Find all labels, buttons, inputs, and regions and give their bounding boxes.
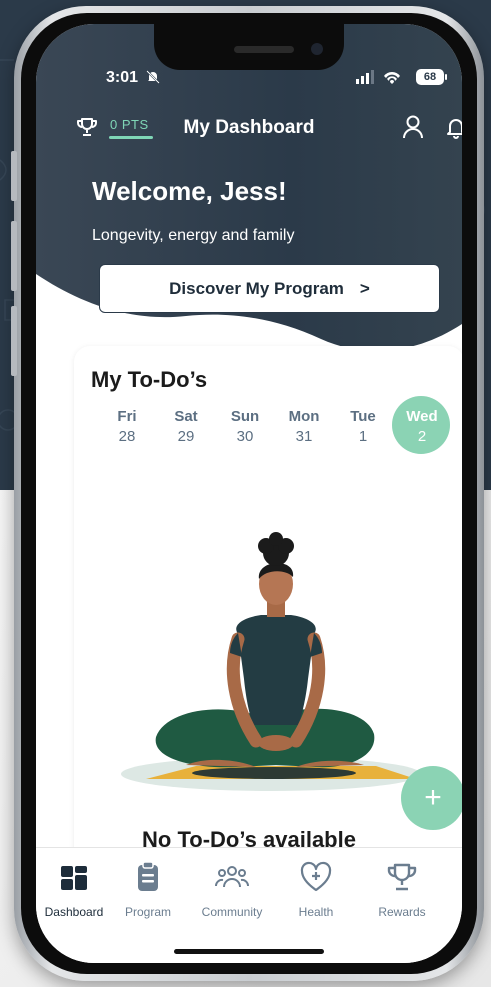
day-name: Sun — [230, 408, 260, 425]
day-name: Sat — [174, 408, 198, 425]
day-date: 29 — [177, 428, 195, 445]
day-date: 30 — [236, 428, 254, 445]
tab-dashboard[interactable]: Dashboard — [36, 861, 116, 919]
page-title: My Dashboard — [183, 117, 315, 138]
meditating-woman-illustration — [121, 532, 421, 791]
day-fri[interactable]: Fri 28 — [102, 408, 152, 445]
silent-switch — [11, 151, 17, 201]
app-screen: 3:01 68 0 PTS My Dashboard Welcome, Jess… — [36, 24, 462, 963]
battery-indicator: 68 — [416, 69, 444, 85]
notch — [154, 24, 344, 70]
discover-program-button[interactable]: Discover My Program > — [99, 264, 440, 313]
day-tue[interactable]: Tue 1 — [338, 408, 388, 445]
bottom-tab-bar: Dashboard Program Community Health Rewar… — [36, 847, 462, 963]
discover-program-label: Discover My Program — [169, 278, 344, 298]
tab-label: Community — [201, 905, 263, 919]
day-name: Mon — [288, 408, 320, 425]
day-date: 1 — [358, 428, 368, 445]
day-date: 28 — [118, 428, 136, 445]
clipboard-icon — [138, 861, 158, 891]
tab-program[interactable]: Program — [106, 861, 190, 919]
tab-label: Health — [298, 905, 334, 919]
trophy-icon — [387, 863, 417, 891]
chevron-right-icon: > — [359, 278, 370, 298]
day-name: Wed — [406, 408, 438, 425]
volume-up-button — [11, 221, 17, 291]
day-wed-selected[interactable]: Wed 2 — [392, 396, 450, 454]
tab-label: Rewards — [378, 905, 426, 919]
signal-wifi-icons — [356, 70, 400, 84]
home-indicator[interactable] — [174, 949, 324, 954]
day-name: Fri — [117, 408, 137, 425]
front-camera — [311, 43, 323, 55]
day-date: 31 — [295, 428, 313, 445]
status-time: 3:01 — [106, 69, 139, 86]
add-todo-button[interactable]: + — [401, 766, 462, 830]
welcome-heading: Welcome, Jess! — [92, 176, 287, 206]
dashboard-icon — [61, 866, 87, 890]
phone-frame: 3:01 68 0 PTS My Dashboard Welcome, Jess… — [11, 6, 484, 981]
notifications-bell-icon[interactable] — [446, 117, 462, 139]
heart-plus-icon — [300, 861, 332, 892]
day-sun[interactable]: Sun 30 — [220, 408, 270, 445]
day-date: 2 — [417, 428, 427, 445]
community-icon — [215, 866, 249, 888]
volume-down-button — [11, 306, 17, 376]
tab-health[interactable]: Health — [274, 861, 358, 919]
welcome-subtitle: Longevity, energy and family — [92, 227, 295, 244]
tab-rewards[interactable]: Rewards — [360, 861, 444, 919]
day-selector: Fri 28 Sat 29 Sun 30 Mon 31 Tue 1 Wed 2 — [102, 396, 462, 458]
day-sat[interactable]: Sat 29 — [161, 408, 211, 445]
silent-mode-icon — [146, 70, 160, 84]
earpiece — [234, 46, 294, 53]
day-mon[interactable]: Mon 31 — [279, 408, 329, 445]
tab-community[interactable]: Community — [190, 861, 274, 919]
tab-label: Program — [124, 905, 171, 919]
todo-title: My To-Do’s — [91, 367, 208, 392]
day-name: Tue — [350, 408, 376, 425]
tab-label: Dashboard — [44, 905, 104, 919]
profile-icon[interactable] — [402, 115, 424, 139]
battery-tip — [445, 74, 447, 80]
